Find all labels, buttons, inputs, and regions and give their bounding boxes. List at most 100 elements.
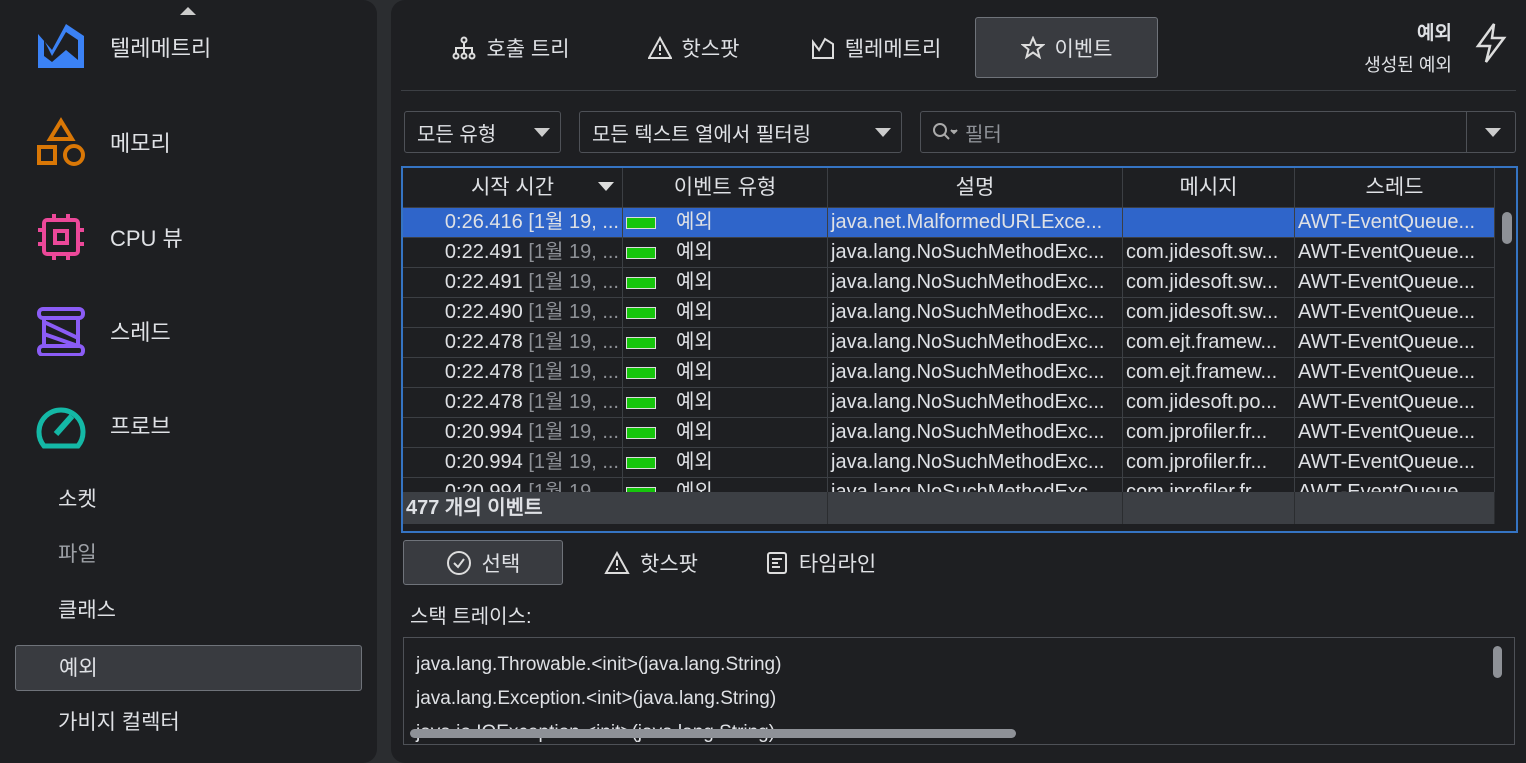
start-time-cell: 0:20.994 [1월 19, ... <box>403 448 623 477</box>
time: 0:22.491 <box>444 271 523 293</box>
start-time-cell: 0:22.490 [1월 19, ... <box>403 298 623 327</box>
table-row[interactable]: 0:20.994 [1월 19, ... 예외 java.lang.NoSuch… <box>403 418 1495 448</box>
tab-bottom-hotspots[interactable]: 핫스팟 <box>591 540 711 585</box>
time: 0:22.491 <box>444 241 523 263</box>
column-header-start-time[interactable]: 시작 시간 <box>403 168 623 208</box>
sidebar-item-threads[interactable]: 스레드 <box>36 306 171 356</box>
warning-icon <box>604 550 630 574</box>
stack-horizontal-scrollbar[interactable] <box>410 729 1016 738</box>
sidebar-item-probes[interactable]: 프로브 <box>36 400 171 450</box>
thread-cell: AWT-EventQueue... <box>1295 208 1495 237</box>
time: 0:22.478 <box>444 391 523 413</box>
table-row[interactable]: 0:22.491 [1월 19, ... 예외 java.lang.NoSuch… <box>403 268 1495 298</box>
column-header-description[interactable]: 설명 <box>828 168 1123 208</box>
event-color-swatch <box>626 216 656 229</box>
filter-input[interactable]: 필터 <box>920 111 1516 153</box>
time: 0:20.994 <box>444 421 523 443</box>
thread-cell: AWT-EventQueue... <box>1295 328 1495 357</box>
date: [1월 19, ... <box>528 451 619 473</box>
event-type-cell: 예외 <box>623 298 828 327</box>
table-row[interactable]: 0:22.490 [1월 19, ... 예외 java.lang.NoSuch… <box>403 298 1495 328</box>
thread-cell: AWT-EventQueue... <box>1295 238 1495 267</box>
tab-label: 핫스팟 <box>681 37 740 61</box>
tab-hotspots[interactable]: 핫스팟 <box>611 17 776 78</box>
sidebar-item-exceptions[interactable]: 예외 <box>15 645 362 691</box>
event-type-dropdown[interactable]: 모든 유형 <box>404 111 561 153</box>
message-cell: com.ejt.framew... <box>1123 328 1295 357</box>
chevron-down-icon[interactable] <box>1485 128 1501 137</box>
event-color-swatch <box>626 336 656 349</box>
tab-timeline[interactable]: 타임라인 <box>753 540 888 585</box>
start-time-cell: 0:22.478 [1월 19, ... <box>403 358 623 387</box>
stack-vertical-scrollbar[interactable] <box>1493 646 1502 678</box>
star-icon <box>1020 35 1045 59</box>
sidebar-item-gc[interactable]: 가비지 컬렉터 <box>15 700 362 746</box>
event-color-swatch <box>626 456 656 469</box>
event-type-cell: 예외 <box>623 328 828 357</box>
column-header-message[interactable]: 메시지 <box>1123 168 1295 208</box>
tab-call-tree[interactable]: 호출 트리 <box>411 17 611 78</box>
table-row[interactable]: 0:22.478 [1월 19, ... 예외 java.lang.NoSuch… <box>403 328 1495 358</box>
time: 0:22.478 <box>444 331 523 353</box>
thread-cell: AWT-EventQueue... <box>1295 478 1495 492</box>
sidebar-item-label: 스레드 <box>110 320 171 345</box>
time: 0:22.490 <box>444 301 523 323</box>
tab-label: 선택 <box>481 552 521 576</box>
sidebar-item-classes[interactable]: 클래스 <box>15 588 362 634</box>
sidebar-item-label: 텔레메트리 <box>110 36 212 61</box>
view-subtitle: 생성된 예외 <box>1364 55 1452 75</box>
message-cell: com.jidesoft.po... <box>1123 388 1295 417</box>
event-type-cell: 예외 <box>623 448 828 477</box>
thread-cell: AWT-EventQueue... <box>1295 358 1495 387</box>
description-cell: java.lang.NoSuchMethodExc... <box>828 448 1123 477</box>
table-row[interactable]: 0:26.416 [1월 19, ... 예외 java.net.Malform… <box>403 208 1495 238</box>
stack-frame[interactable]: java.lang.Throwable.<init>(java.lang.Str… <box>416 648 1514 682</box>
tab-label: 텔레메트리 <box>844 37 942 61</box>
table-row[interactable]: 0:22.478 [1월 19, ... 예외 java.lang.NoSuch… <box>403 358 1495 388</box>
sidebar-item-sockets[interactable]: 소켓 <box>15 477 362 523</box>
description-cell: java.lang.NoSuchMethodExc... <box>828 238 1123 267</box>
table-row[interactable]: 0:20.994 [1월 19, ... 예외 java.lang.NoSuch… <box>403 478 1495 492</box>
sidebar-item-label: 프로브 <box>110 414 171 439</box>
tab-selection[interactable]: 선택 <box>403 540 563 585</box>
lightning-icon[interactable] <box>1474 22 1508 64</box>
date: [1월 19, ... <box>528 481 619 492</box>
sidebar-item-files[interactable]: 파일 <box>15 532 362 578</box>
column-header-event-type[interactable]: 이벤트 유형 <box>623 168 828 208</box>
table-scrollbar[interactable] <box>1502 212 1512 244</box>
filter-column-dropdown[interactable]: 모든 텍스트 열에서 필터링 <box>579 111 902 153</box>
tab-label: 핫스팟 <box>640 552 698 576</box>
stack-frame[interactable]: java.lang.Exception.<init>(java.lang.Str… <box>416 682 1514 716</box>
table-body: 0:26.416 [1월 19, ... 예외 java.net.Malform… <box>403 208 1495 492</box>
table-row[interactable]: 0:22.491 [1월 19, ... 예외 java.lang.NoSuch… <box>403 238 1495 268</box>
date: [1월 19, ... <box>528 271 619 293</box>
message-cell: com.ejt.framew... <box>1123 358 1295 387</box>
sidebar-item-telemetry[interactable]: 텔레메트리 <box>36 22 211 72</box>
event-type: 예외 <box>676 391 713 413</box>
table-row[interactable]: 0:20.994 [1월 19, ... 예외 java.lang.NoSuch… <box>403 448 1495 478</box>
time: 0:26.416 <box>444 211 523 233</box>
date: [1월 19, ... <box>528 331 619 353</box>
event-type: 예외 <box>676 271 713 293</box>
telemetry-icon <box>811 37 834 59</box>
start-time-cell: 0:20.994 [1월 19, ... <box>403 478 623 492</box>
sidebar-item-cpu[interactable]: CPU 뷰 <box>36 212 183 262</box>
dropdown-value: 모든 텍스트 열에서 필터링 <box>592 123 812 146</box>
table-footer: 477 개의 이벤트 <box>403 492 1495 524</box>
event-type-cell: 예외 <box>623 208 828 237</box>
stack-trace-label: 스택 트레이스: <box>410 606 532 628</box>
start-time-cell: 0:20.994 [1월 19, ... <box>403 418 623 447</box>
start-time-cell: 0:22.478 [1월 19, ... <box>403 388 623 417</box>
tab-telemetry[interactable]: 텔레메트리 <box>786 17 966 78</box>
table-row[interactable]: 0:22.478 [1월 19, ... 예외 java.lang.NoSuch… <box>403 388 1495 418</box>
scroll-up-icon[interactable] <box>180 7 196 15</box>
tab-events[interactable]: 이벤트 <box>975 17 1158 78</box>
event-color-swatch <box>626 396 656 409</box>
chevron-down-icon <box>534 128 550 137</box>
event-type: 예외 <box>676 211 713 233</box>
description-cell: java.net.MalformedURLExce... <box>828 208 1123 237</box>
sidebar: 텔레메트리 메모리 CPU 뷰 스레드 프로브 소켓 파일 클래스 예외 가비지… <box>0 0 377 763</box>
event-type: 예외 <box>676 331 713 353</box>
column-header-thread[interactable]: 스레드 <box>1295 168 1495 208</box>
sidebar-item-memory[interactable]: 메모리 <box>36 117 171 167</box>
